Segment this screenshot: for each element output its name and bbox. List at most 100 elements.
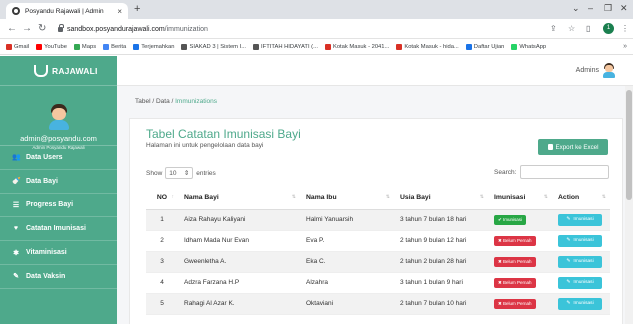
imunisasi-button[interactable]: ✎ Imunisasi	[558, 213, 602, 226]
pencil-icon: ✎	[566, 301, 571, 306]
sidebar-profile: admin@posyandu.com Admin Posyandu Rajawa…	[0, 86, 117, 150]
table-row: 4 Adzra Farzana H.P Alzahra 3 tahun 1 bulan…	[146, 272, 610, 294]
close-window-icon[interactable]: ✕	[620, 3, 628, 14]
cell-nama-bayi: Rahagi Al Azar K.	[178, 293, 300, 315]
select-arrows-icon: ⇕	[183, 170, 190, 177]
users-icon: 👥	[12, 154, 21, 162]
breadcrumb-tabel[interactable]: Tabel	[135, 98, 151, 105]
breadcrumb-data[interactable]: Data	[156, 98, 170, 105]
page-scrollbar[interactable]	[625, 86, 633, 324]
col-header-nama-ibu[interactable]: Nama Ibu ⇅	[300, 187, 394, 210]
imunisasi-button[interactable]: ✎ Imunisasi	[558, 276, 602, 289]
site-favicon-icon	[12, 7, 20, 15]
col-header-nama-bayi[interactable]: Nama Bayi ⇅	[178, 187, 300, 210]
side-panel-icon[interactable]: ▯	[586, 24, 590, 33]
immunization-table: NO ↑ Nama Bayi ⇅ Nama Ibu ⇅ Usia Bayi ⇅ Imun…	[146, 187, 610, 315]
user-email: admin@posyandu.com	[20, 134, 97, 143]
status-badge: ✖ Belum Pernah	[494, 298, 536, 309]
col-header-action[interactable]: Action ⇅	[552, 187, 610, 210]
cell-no: 2	[146, 230, 178, 252]
sidebar-menu: 👥 Data Users 🍼 Data Bayi ☰ Progress Bayi ♥ C…	[0, 146, 117, 289]
cell-action: ✎ Imunisasi	[552, 209, 610, 231]
table-row: 3 Gweenletha A. Eka C. 2 tahun 2 bulan 28 h…	[146, 251, 610, 273]
scrollbar-thumb[interactable]	[626, 90, 632, 200]
browser-menu-icon[interactable]: ⋮	[621, 24, 629, 33]
rajawali-logo-icon	[34, 64, 48, 77]
cell-usia-bayi: 3 tahun 7 bulan 18 hari	[394, 209, 488, 231]
bookmark-terjemahkan[interactable]: Terjemahkan	[133, 44, 174, 50]
sidebar-item-catatan-imunisasi[interactable]: ♥ Catatan Imunisasi	[0, 217, 117, 242]
table-row: 1 Aiza Rahayu Kaliyani Halmi Yanuarsih 3 ta…	[146, 209, 610, 231]
pencil-icon: ✎	[566, 280, 571, 285]
share-icon[interactable]: ⇪	[550, 24, 557, 33]
cell-no: 4	[146, 272, 178, 294]
bookmark-inbox-2[interactable]: Kotak Masuk - hida...	[396, 44, 459, 50]
back-arrow-icon[interactable]: ←	[7, 23, 17, 34]
whatsapp-icon	[511, 44, 518, 50]
tab-close-icon[interactable]: ×	[117, 7, 122, 16]
brand-name: RAJAWALI	[52, 65, 98, 76]
gmail-icon	[6, 44, 12, 50]
new-tab-button[interactable]: +	[134, 3, 140, 15]
col-header-imunisasi[interactable]: Imunisasi ⇅	[488, 187, 552, 210]
sort-icon: ⇅	[385, 194, 390, 200]
main-content: Tabel / Data / Immunizations Tabel Catat…	[117, 86, 625, 324]
translate-icon	[133, 44, 140, 50]
cell-nama-bayi: Aiza Rahayu Kaliyani	[178, 209, 300, 231]
bookmarks-overflow-icon[interactable]: »	[623, 43, 627, 50]
cell-usia-bayi: 2 tahun 7 bulan 10 hari	[394, 293, 488, 315]
iftitah-icon	[253, 44, 260, 50]
status-badge: ✖ Belum Pernah	[494, 235, 536, 246]
cell-usia-bayi: 2 tahun 9 bulan 12 hari	[394, 230, 488, 252]
brand[interactable]: RAJAWALI	[0, 56, 117, 86]
tab-search-chevron-icon[interactable]: ⌄	[572, 3, 580, 14]
imunisasi-button[interactable]: ✎ Imunisasi	[558, 234, 602, 247]
cell-action: ✎ Imunisasi	[552, 251, 610, 273]
search-input[interactable]	[520, 165, 610, 179]
sidebar-item-data-bayi[interactable]: 🍼 Data Bayi	[0, 170, 117, 194]
page-title: Tabel Catatan Imunisasi Bayi	[146, 127, 301, 141]
entries-control: Show 10 ⇕ entries	[146, 167, 216, 179]
immunization-card: Tabel Catatan Imunisasi Bayi Halaman ini…	[129, 118, 623, 324]
profile-avatar[interactable]: 1	[603, 23, 614, 34]
bookmark-maps[interactable]: Maps	[73, 44, 96, 50]
siakad-icon	[181, 44, 188, 50]
entries-select[interactable]: 10 ⇕	[165, 167, 194, 179]
address-bar[interactable]: sandbox.posyandurajawali.com/immunizatio…	[56, 22, 546, 36]
heart-icon: ♥	[13, 225, 19, 233]
bookmark-gmail[interactable]: Gmail	[6, 44, 29, 50]
youtube-icon	[36, 44, 43, 50]
news-icon	[103, 44, 110, 50]
bookmark-youtube[interactable]: YouTube	[36, 44, 67, 50]
imunisasi-button[interactable]: ✎ Imunisasi	[558, 297, 602, 310]
sidebar-item-data-vaksin[interactable]: ✎ Data Vaksin	[0, 265, 117, 289]
bookmark-daftar-ujian[interactable]: Daftar Ujian	[465, 44, 504, 50]
baby-icon: 🍼	[12, 178, 21, 186]
topbar-avatar[interactable]	[603, 63, 615, 78]
sidebar-item-progress-bayi[interactable]: ☰ Progress Bayi	[0, 194, 117, 218]
bookmark-whatsapp[interactable]: WhatsApp	[511, 44, 546, 50]
forward-arrow-icon[interactable]: →	[22, 23, 32, 34]
sidebar-item-vitaminisasi[interactable]: ✱ Vitaminisasi	[0, 241, 117, 265]
cell-imunisasi: ✖ Belum Pernah	[488, 272, 552, 294]
exam-icon	[465, 44, 472, 50]
cell-no: 1	[146, 209, 178, 231]
browser-tab[interactable]: Posyandu Rajawali | Admin ×	[6, 3, 128, 19]
imunisasi-button[interactable]: ✎ Imunisasi	[558, 255, 602, 268]
export-excel-button[interactable]: Export ke Excel	[538, 139, 608, 155]
bookmark-iftitah[interactable]: IFTITAH HIDAYATI (...	[253, 44, 318, 50]
cell-no: 5	[146, 293, 178, 315]
bookmark-star-icon[interactable]: ☆	[568, 24, 575, 33]
topbar-username[interactable]: Admins	[576, 67, 599, 74]
tab-title: Posyandu Rajawali | Admin	[25, 7, 104, 15]
bookmark-siakad[interactable]: SIAKAD 3 | Sistem I...	[181, 44, 246, 50]
reload-icon[interactable]: ↻	[38, 23, 46, 34]
col-header-no[interactable]: NO ↑	[146, 187, 178, 210]
table-search: Search:	[494, 165, 610, 179]
bookmark-inbox-1[interactable]: Kotak Masuk - 2041...	[324, 44, 389, 50]
bookmark-berita[interactable]: Berita	[103, 44, 126, 50]
col-header-usia-bayi[interactable]: Usia Bayi ⇅	[394, 187, 488, 210]
cell-imunisasi: ✖ Belum Pernah	[488, 293, 552, 315]
minimize-window-icon[interactable]: –	[588, 3, 593, 13]
maximize-window-icon[interactable]: ❐	[604, 3, 612, 14]
